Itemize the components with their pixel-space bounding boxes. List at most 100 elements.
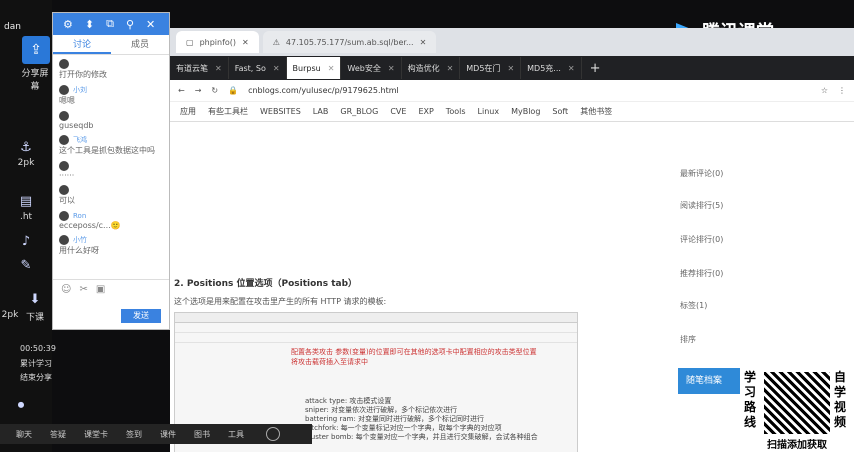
avatar <box>59 185 69 195</box>
sidebar-item[interactable]: 排序 <box>680 334 696 345</box>
page-icon: ▢ <box>186 37 194 47</box>
bookmark-item[interactable]: 有些工具栏 <box>208 106 248 117</box>
close-icon[interactable]: ✕ <box>568 64 575 73</box>
browser-tab[interactable]: Fast, So ✕ <box>229 57 287 79</box>
new-tab-icon[interactable]: + <box>590 61 601 76</box>
session-clock: 00:50:39 <box>20 344 56 353</box>
desktop-user: dan <box>4 22 21 32</box>
power-icon[interactable] <box>266 427 280 441</box>
url-input[interactable]: cnblogs.com/yulusec/p/9179625.html <box>248 86 811 95</box>
browser-tab-active[interactable]: Burpsu ✕ <box>286 57 342 79</box>
toolbar-item[interactable]: 签到 <box>126 429 142 440</box>
bookmark-item[interactable]: WEBSITES <box>260 107 301 116</box>
chat-toolbar: ⚙ ⬍ ⧉ ⚲ ✕ <box>53 13 169 35</box>
browser-tab[interactable]: Web安全 ✕ <box>341 57 402 79</box>
close-icon[interactable]: ✕ <box>420 38 427 47</box>
scissors-icon[interactable]: ✂ <box>79 284 87 295</box>
close-icon[interactable]: ✕ <box>242 38 249 47</box>
background-tab-strip: ▢ phpinfo() ✕ ⚠ 47.105.75.177/sum.ab.sql/be… <box>170 28 854 56</box>
chat-input-area[interactable]: ☺ ✂ ▣ 发送 <box>53 279 169 329</box>
close-icon[interactable]: ✕ <box>507 64 514 73</box>
image-icon[interactable]: ▣ <box>96 284 105 295</box>
tab-sql[interactable]: ⚠ 47.105.75.177/sum.ab.sql/ber... ✕ <box>262 31 437 53</box>
avatar <box>59 85 69 95</box>
emoji-icon[interactable]: ☺ <box>61 284 71 295</box>
bookmark-other[interactable]: 其他书签 <box>580 106 612 117</box>
avatar <box>59 111 69 121</box>
desktop-label-2pk: 2pk <box>1 310 19 320</box>
star-icon[interactable]: ☆ <box>821 86 828 95</box>
menu-icon[interactable]: ⋮ <box>838 86 846 95</box>
bookmark-apps[interactable]: 应用 <box>180 106 196 117</box>
chat-message: 打开你的修改 <box>59 59 163 80</box>
bookmarks-bar: 应用 有些工具栏 WEBSITES LAB GR_BLOG CVE EXP To… <box>170 102 854 122</box>
toolbar-item[interactable]: 工具 <box>228 429 244 440</box>
tab-phpinfo[interactable]: ▢ phpinfo() ✕ <box>176 31 259 53</box>
avatar <box>59 161 69 171</box>
sidebar-item[interactable]: 推荐排行(0) <box>680 268 723 279</box>
settings-icon[interactable]: ⚙ <box>63 18 73 31</box>
forward-icon[interactable]: → <box>195 86 202 95</box>
bookmark-item[interactable]: LAB <box>313 107 329 116</box>
send-button[interactable]: 发送 <box>121 309 161 323</box>
attack-type-notes: attack type: 攻击模式设置 sniper: 对变量依次进行破解，多个… <box>305 397 538 441</box>
record-icon: ⏺ <box>17 398 25 413</box>
toolbar-item[interactable]: 课堂卡 <box>84 429 108 440</box>
desktop-item-3[interactable]: ♪ <box>4 234 48 252</box>
end-class-button[interactable]: ⬇ 下课 <box>20 292 50 323</box>
desktop-item-2[interactable]: ▤ .ht <box>4 194 48 222</box>
qr-right-text: 自学视频 <box>834 370 847 429</box>
sidebar-item[interactable]: 标签(1) <box>680 300 707 311</box>
desktop-item-1[interactable]: ⚓ 2pk <box>4 140 48 168</box>
document-icon: ▤ <box>19 194 33 209</box>
sidebar-item[interactable]: 最新评论(0) <box>680 168 723 179</box>
annotation-red-1: 配置各类攻击 参数(变量)的位置即可在其他的选项卡中配置相应的攻击类型位置 <box>291 348 537 356</box>
chat-tabs: 讨论 成员 <box>53 35 169 55</box>
qr-left-text: 学习路线 <box>744 370 757 429</box>
share-screen-label: 分享屏幕 <box>21 69 49 92</box>
study-total-label: 累计学习 <box>20 359 52 368</box>
browser-tab[interactable]: 构造优化 ✕ <box>402 57 461 79</box>
close-icon[interactable]: ✕ <box>328 64 335 73</box>
close-icon[interactable]: ✕ <box>447 64 454 73</box>
popout-icon[interactable]: ⧉ <box>106 17 114 31</box>
qr-caption: 扫描添加获取 <box>767 440 827 451</box>
pin-icon[interactable]: ⚲ <box>126 18 134 31</box>
chat-message: 可以 <box>59 185 163 206</box>
bookmark-item[interactable]: Tools <box>446 107 466 116</box>
bookmark-item[interactable]: EXP <box>418 107 433 116</box>
bookmark-item[interactable]: CVE <box>390 107 406 116</box>
desktop-item-6[interactable]: ⏺ <box>8 398 34 416</box>
close-icon[interactable]: ✕ <box>215 64 222 73</box>
pen-icon: ✎ <box>20 258 32 273</box>
browser-tab[interactable]: MD5充... ✕ <box>521 57 582 79</box>
chat-message: guseqdb <box>59 111 163 130</box>
close-icon[interactable]: ✕ <box>146 18 155 31</box>
expand-icon[interactable]: ⬍ <box>85 18 94 31</box>
browser-tab[interactable]: MD5在门 ✕ <box>460 57 522 79</box>
browser-tab[interactable]: 有道云笔 ✕ <box>170 57 229 79</box>
close-icon[interactable]: ✕ <box>273 64 280 73</box>
lock-icon: 🔒 <box>228 86 239 95</box>
bookmark-item[interactable]: GR_BLOG <box>340 107 378 116</box>
avatar <box>59 59 69 69</box>
music-icon: ♪ <box>21 234 31 249</box>
reload-icon[interactable]: ↻ <box>211 86 218 95</box>
bookmark-item[interactable]: Soft <box>552 107 568 116</box>
tab-members[interactable]: 成员 <box>111 35 169 54</box>
end-share-label[interactable]: 结束分享 <box>20 372 52 383</box>
bookmark-item[interactable]: MyBlog <box>511 107 540 116</box>
close-icon[interactable]: ✕ <box>388 64 395 73</box>
sidebar-item[interactable]: 阅读排行(5) <box>680 200 723 211</box>
toolbar-item[interactable]: 聊天 <box>16 429 32 440</box>
toolbar-item[interactable]: 答疑 <box>50 429 66 440</box>
share-screen-button[interactable]: ⇪ <box>22 36 50 64</box>
toolbar-item[interactable]: 图书 <box>194 429 210 440</box>
bookmark-item[interactable]: Linux <box>478 107 500 116</box>
download-icon: ⬇ <box>29 292 41 307</box>
back-icon[interactable]: ← <box>178 86 185 95</box>
tab-discussion[interactable]: 讨论 <box>53 35 111 54</box>
desktop-item-4[interactable]: ✎ <box>4 258 48 276</box>
toolbar-item[interactable]: 课件 <box>160 429 176 440</box>
sidebar-item[interactable]: 评论排行(0) <box>680 234 723 245</box>
